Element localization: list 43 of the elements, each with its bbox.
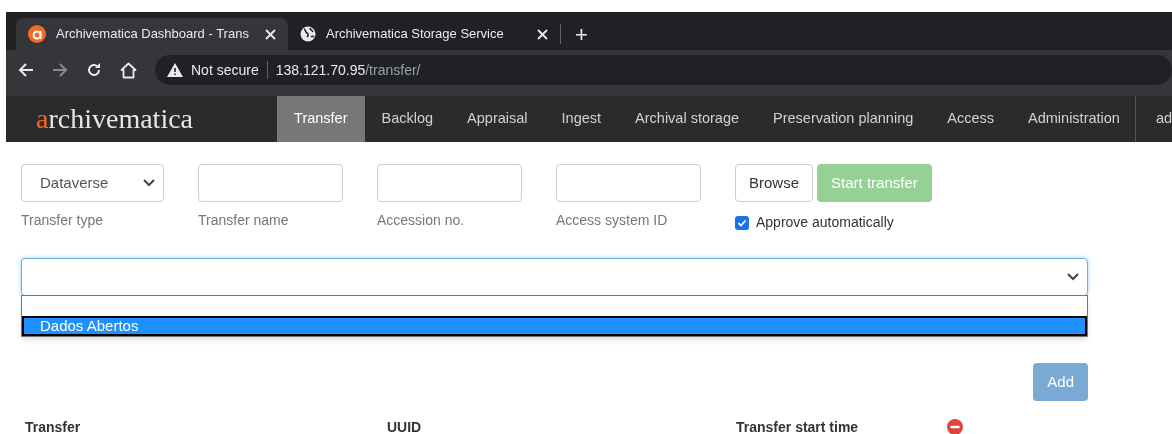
nav-tab[interactable]: Access	[930, 96, 1012, 142]
close-icon[interactable]	[537, 28, 548, 40]
column-header: Transfer start time	[736, 419, 859, 434]
new-tab-button[interactable]: +	[561, 18, 602, 50]
reload-icon[interactable]	[86, 62, 102, 78]
back-icon[interactable]	[18, 62, 34, 78]
close-icon[interactable]	[265, 28, 276, 40]
checkbox[interactable]	[735, 215, 749, 230]
field-label: Access system ID	[556, 211, 669, 230]
home-icon[interactable]	[120, 61, 137, 79]
column-header: Transfer	[25, 419, 81, 434]
column-header: UUID	[387, 419, 422, 434]
nav-tab[interactable]: Administration	[1011, 96, 1137, 142]
browser-tab[interactable]: Archivematica Dashboard - Trans	[16, 18, 288, 50]
nav-tab[interactable]: Preservation planning	[756, 96, 931, 142]
text-field[interactable]	[198, 164, 343, 202]
archivematica-logo[interactable]: archivematica	[36, 105, 194, 133]
text-field[interactable]	[377, 164, 522, 202]
nav-tab[interactable]: Archival storage	[618, 96, 757, 142]
url-text: 138.121.70.95/transfer/	[275, 60, 421, 80]
user-menu[interactable]: ad	[1135, 96, 1172, 142]
archivematica-logo-icon	[28, 25, 46, 43]
globe-icon	[300, 26, 316, 42]
field-label: Transfer name	[198, 211, 290, 230]
transfer-type-select[interactable]: Dataverse	[21, 164, 164, 202]
nav-tab[interactable]: Transfer	[277, 96, 365, 142]
checkbox-label: Approve automatically	[756, 213, 894, 232]
nav-tab[interactable]: Backlog	[364, 96, 451, 142]
nav-tab[interactable]: Ingest	[544, 96, 619, 142]
text-field[interactable]	[556, 164, 701, 202]
forward-icon[interactable]	[52, 62, 68, 78]
checkmark-icon	[737, 217, 747, 228]
nav-tab[interactable]: Appraisal	[450, 96, 545, 142]
browse-button[interactable]: Browse	[735, 164, 814, 202]
warning-icon	[167, 63, 183, 77]
field-label: Accession no.	[377, 211, 466, 230]
chevron-down-icon	[1067, 273, 1079, 281]
address-field[interactable]: Not secure 138.121.70.95/transfer/	[155, 55, 1172, 85]
chevron-down-icon	[143, 179, 155, 187]
field-label: Transfer type	[21, 211, 104, 230]
browser-tab[interactable]: Archivematica Storage Service	[288, 18, 560, 50]
remove-icon[interactable]	[947, 419, 963, 434]
security-label: Not secure	[191, 60, 259, 80]
